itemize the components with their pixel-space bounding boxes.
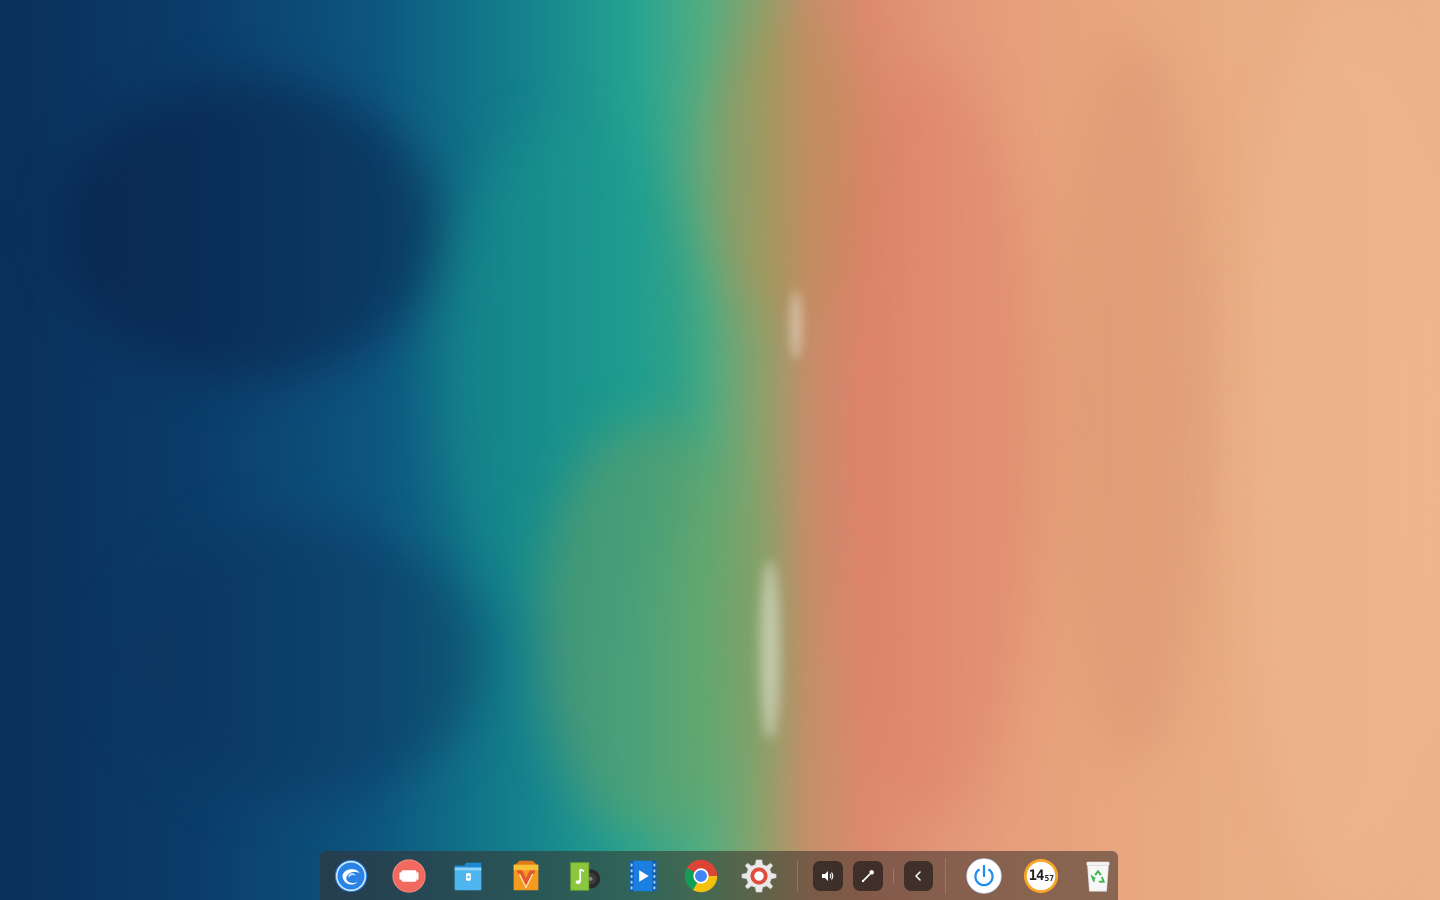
dock-separator	[796, 859, 798, 892]
chrome-button[interactable]	[680, 854, 722, 897]
clock-display: 14 57	[1021, 856, 1061, 896]
trash-icon	[1086, 861, 1110, 892]
power-button[interactable]	[964, 856, 1003, 896]
file-manager-icon	[454, 862, 482, 890]
clock-hour: 14	[1028, 867, 1045, 884]
app-store-button[interactable]	[505, 854, 547, 897]
music-button[interactable]	[563, 854, 605, 897]
volume-icon	[822, 870, 834, 881]
file-manager-button[interactable]	[447, 854, 489, 897]
settings-gear-icon	[741, 859, 777, 892]
movie-button[interactable]	[622, 854, 664, 897]
chevron-left-icon	[915, 870, 921, 881]
dock-separator-system	[945, 857, 946, 894]
clock-button[interactable]: 14 57	[1021, 856, 1060, 896]
wallpaper	[0, 0, 1440, 900]
dock: 14 57	[320, 851, 1118, 900]
app-store-icon	[513, 860, 539, 890]
color-picker-icon	[861, 869, 874, 882]
music-icon	[570, 861, 601, 891]
launcher-button[interactable]	[330, 854, 372, 897]
desktop: 14 57	[0, 0, 1440, 900]
movie-icon	[629, 860, 657, 891]
expand-tray-button[interactable]	[903, 860, 934, 891]
trash-button[interactable]	[1079, 856, 1118, 896]
clock-minute: 57	[1044, 874, 1055, 883]
color-picker-button[interactable]	[853, 860, 883, 891]
settings-button[interactable]	[738, 854, 780, 897]
chrome-icon	[684, 859, 718, 892]
deepin-launcher-icon	[335, 859, 368, 892]
screen-recorder-icon	[392, 858, 427, 893]
tray-separator	[892, 868, 894, 883]
screen-recorder-button[interactable]	[388, 854, 430, 897]
power-icon	[966, 857, 1002, 894]
volume-button[interactable]	[813, 860, 843, 891]
